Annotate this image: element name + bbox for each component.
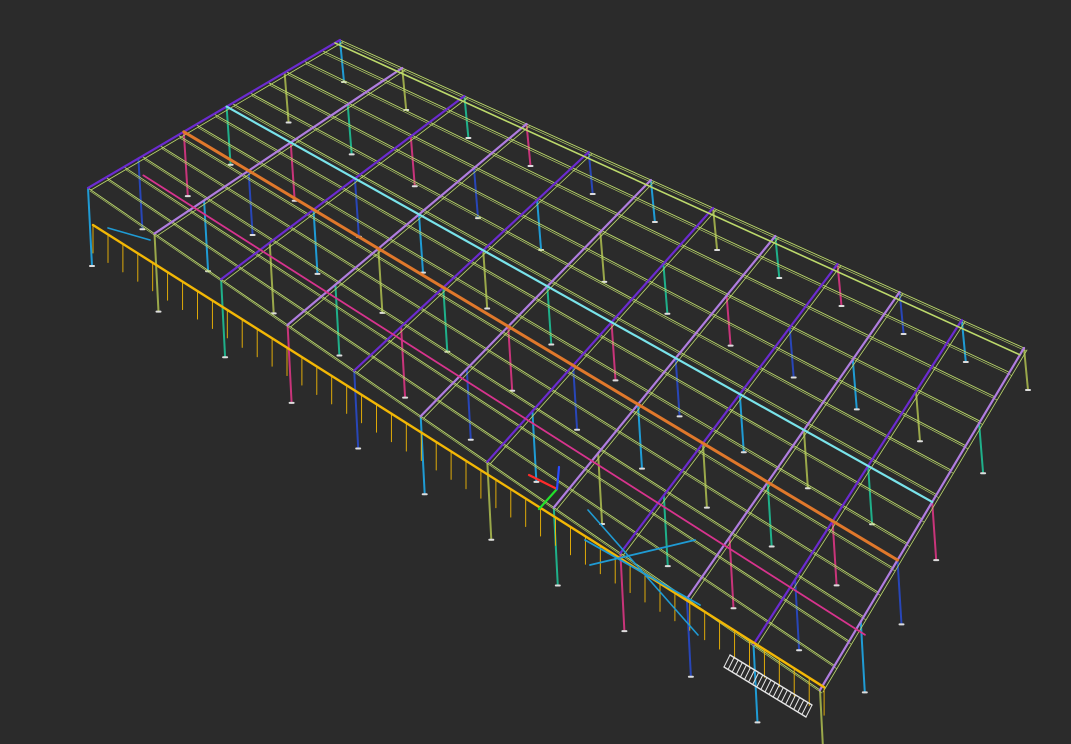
- steel-frame-model[interactable]: [0, 0, 1071, 744]
- rafter: [86, 38, 342, 190]
- column: [752, 643, 759, 724]
- stair-tread: [768, 682, 776, 695]
- column: [409, 135, 416, 188]
- rafter: [153, 66, 404, 235]
- purlin-line: [125, 169, 852, 645]
- stair-tread: [801, 702, 809, 715]
- column: [87, 187, 93, 267]
- column: [738, 393, 745, 454]
- column: [931, 500, 938, 562]
- column: [819, 689, 824, 744]
- stair-tread: [739, 664, 747, 678]
- column: [851, 358, 858, 411]
- purlin-line: [141, 155, 865, 618]
- purlin-line: [233, 106, 939, 498]
- rafter-flange: [822, 349, 1028, 693]
- column: [531, 410, 538, 483]
- column: [268, 241, 275, 315]
- column: [465, 367, 472, 441]
- column: [597, 452, 604, 525]
- column: [836, 263, 843, 307]
- axis-z: [555, 465, 561, 491]
- stair-tread: [731, 659, 739, 673]
- column: [482, 249, 489, 310]
- purlin-line: [323, 53, 1012, 376]
- column: [418, 213, 424, 274]
- purlin-line: [107, 180, 837, 669]
- purlin-line: [321, 50, 1010, 373]
- rafter: [353, 150, 590, 372]
- column: [619, 552, 626, 633]
- column: [831, 520, 838, 587]
- column: [400, 325, 407, 399]
- column: [915, 390, 921, 443]
- longitudinal-beams-layer: [91, 42, 1021, 716]
- stair-tread: [748, 669, 756, 683]
- purlin-line: [215, 116, 925, 523]
- stair-tread: [780, 689, 788, 703]
- column: [289, 141, 296, 202]
- stair-tread: [776, 687, 784, 700]
- column: [353, 177, 360, 238]
- rafter-flange: [623, 265, 841, 556]
- column: [220, 278, 227, 359]
- column: [662, 494, 669, 568]
- stair-tread: [760, 677, 768, 690]
- column: [978, 422, 985, 475]
- rafter-flange: [157, 69, 406, 237]
- magenta-beam: [142, 174, 866, 636]
- column: [286, 323, 293, 404]
- stair-tread: [735, 662, 743, 675]
- stair-tread: [756, 674, 764, 688]
- rafter-flange: [356, 153, 593, 373]
- stair-tread: [789, 694, 797, 708]
- purlin-line: [287, 74, 983, 425]
- column: [137, 157, 144, 231]
- column: [546, 285, 553, 346]
- stair-tread: [723, 654, 731, 668]
- stair-tread: [805, 704, 813, 718]
- stair-tread: [772, 684, 780, 698]
- purlin-line: [249, 92, 952, 471]
- purlin-line: [213, 113, 923, 520]
- column: [353, 369, 360, 450]
- stair-tread: [727, 657, 735, 670]
- stair-layer: [723, 654, 813, 718]
- column: [774, 235, 781, 279]
- purlin-line: [285, 71, 981, 422]
- column: [334, 283, 341, 357]
- column: [225, 105, 232, 166]
- rafter-flange: [756, 321, 966, 647]
- purlin-line: [305, 63, 998, 401]
- column: [896, 559, 903, 626]
- column: [203, 199, 210, 273]
- 3d-viewport[interactable]: [0, 0, 1071, 744]
- stair-tread: [785, 692, 792, 705]
- column: [766, 481, 773, 548]
- column: [788, 326, 795, 379]
- column: [898, 291, 905, 335]
- rafter: [752, 318, 963, 646]
- column: [867, 465, 874, 526]
- column: [153, 232, 160, 313]
- stair-tread: [793, 697, 801, 710]
- column: [685, 597, 692, 678]
- column: [802, 429, 809, 490]
- stair-tread: [764, 679, 772, 693]
- rafter: [818, 346, 1026, 692]
- stair-tread: [744, 667, 751, 680]
- purlin-line: [105, 176, 836, 667]
- column: [725, 294, 732, 347]
- eave-beam: [91, 223, 826, 689]
- column: [712, 207, 719, 251]
- rafter: [619, 262, 839, 555]
- stair-tread: [797, 699, 805, 713]
